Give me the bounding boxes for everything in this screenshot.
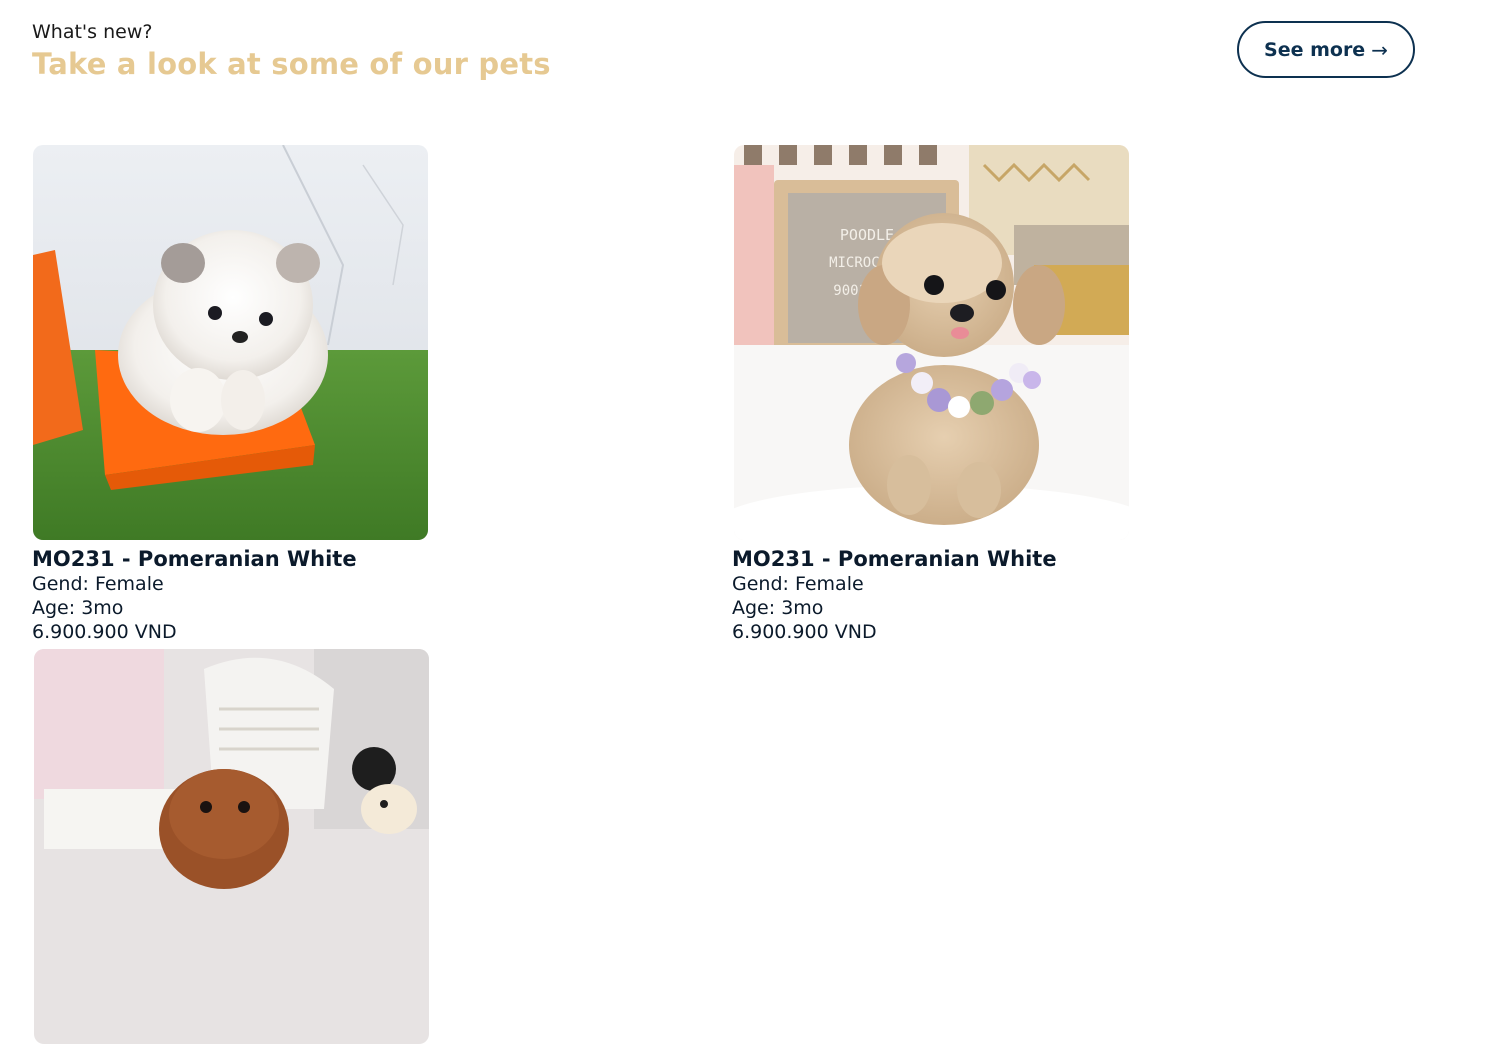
pet-price: 6.900.900 VND [732, 621, 877, 643]
pet-card[interactable]: POODLE MICROCHIP 90011300 [732, 145, 1132, 644]
pet-price: 6.900.900 VND [32, 621, 177, 643]
pet-title[interactable]: MO231 - Pomeranian White [732, 546, 1132, 572]
section-headline: Take a look at some of our pets [32, 47, 551, 81]
pet-photo-pomeranian[interactable] [33, 145, 428, 540]
pet-photo-poodle[interactable]: POODLE MICROCHIP 90011300 [734, 145, 1129, 540]
section-header: What's new? Take a look at some of our p… [32, 20, 551, 82]
pet-card[interactable]: MO231 - Pomeranian White Gend: Female Ag… [32, 145, 432, 644]
pet-photo-red-poodle[interactable] [34, 649, 429, 1044]
svg-text:POODLE: POODLE [840, 226, 894, 244]
pet-card[interactable] [32, 649, 432, 1044]
pet-title[interactable]: MO231 - Pomeranian White [32, 546, 432, 572]
arrow-right-icon: → [1371, 37, 1388, 62]
pet-gender: Gend: Female [32, 573, 164, 595]
see-more-button[interactable]: See more → [1237, 21, 1415, 78]
see-more-label: See more [1264, 38, 1366, 61]
section-eyebrow: What's new? [32, 21, 153, 43]
pet-age: Age: 3mo [732, 597, 824, 619]
pet-gender: Gend: Female [732, 573, 864, 595]
pet-age: Age: 3mo [32, 597, 124, 619]
